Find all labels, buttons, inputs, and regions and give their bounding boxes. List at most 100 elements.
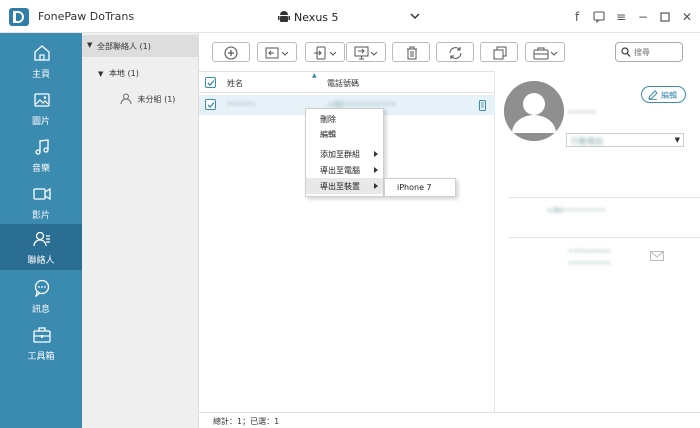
status-bar: 總計：1；已選：1 bbox=[199, 412, 700, 428]
menu-item-label: 刪除 bbox=[320, 115, 336, 124]
sidebar-item-contacts[interactable]: 聯絡人 bbox=[0, 224, 82, 270]
search-icon bbox=[621, 47, 631, 57]
context-menu: 刪除 編輯 添加至群組 導出至電腦 導出至裝置 bbox=[305, 108, 384, 197]
contact-groups-panel: ▼ 全部聯絡人 (1) ▼ 本地 (1) 未分組 (1) bbox=[82, 33, 199, 428]
toolbox-button[interactable] bbox=[525, 42, 565, 62]
export-to-device-icon bbox=[314, 46, 337, 60]
menu-item-delete[interactable]: 刪除 bbox=[306, 111, 383, 127]
android-icon bbox=[278, 11, 290, 22]
app-title: FonePaw DoTrans bbox=[38, 10, 135, 23]
menu-item-export-to-device[interactable]: 導出至裝置 bbox=[306, 178, 383, 194]
checkmark-icon bbox=[207, 102, 215, 108]
feedback-icon[interactable] bbox=[592, 9, 606, 25]
menu-item-label: 導出至電腦 bbox=[320, 166, 360, 175]
submenu-arrow-icon bbox=[374, 151, 378, 157]
detail-phone: +86••••••••• bbox=[546, 206, 606, 215]
sidebar: 主頁 圖片 音樂 影片 聯絡人 訊息 工具箱 bbox=[0, 33, 82, 428]
avatar[interactable] bbox=[504, 81, 564, 141]
group-ungrouped[interactable]: 未分組 (1) bbox=[120, 93, 175, 105]
import-button[interactable] bbox=[257, 42, 297, 62]
phone-type-select[interactable]: 行動電話 ▼ bbox=[566, 133, 684, 147]
menu-item-export-to-pc[interactable]: 導出至電腦 bbox=[306, 162, 383, 178]
group-label: 本地 (1) bbox=[108, 69, 139, 78]
select-all-checkbox[interactable] bbox=[205, 77, 216, 88]
submenu-arrow-icon bbox=[374, 167, 378, 173]
export-device-submenu: iPhone 7 bbox=[384, 178, 456, 197]
edit-button-label: 編輯 bbox=[661, 91, 677, 100]
video-icon bbox=[33, 187, 51, 201]
briefcase-icon bbox=[533, 47, 558, 60]
chevron-down-icon bbox=[410, 13, 420, 20]
fonepaw-logo-icon bbox=[9, 8, 29, 26]
music-icon bbox=[35, 139, 49, 155]
sidebar-item-home[interactable]: 主頁 bbox=[0, 38, 82, 84]
home-icon bbox=[34, 45, 50, 61]
import-icon bbox=[265, 47, 289, 59]
sidebar-item-messages[interactable]: 訊息 bbox=[0, 273, 82, 319]
submenu-arrow-icon bbox=[374, 183, 378, 189]
deduplicate-button[interactable] bbox=[480, 42, 518, 62]
minimize-icon[interactable]: − bbox=[636, 9, 650, 25]
sidebar-item-video[interactable]: 影片 bbox=[0, 179, 82, 225]
pencil-icon bbox=[648, 90, 658, 100]
device-selector[interactable]: Nexus 5 bbox=[276, 8, 422, 26]
group-all-contacts[interactable]: ▼ 全部聯絡人 (1) bbox=[82, 35, 199, 57]
sidebar-item-label: 聯絡人 bbox=[27, 256, 55, 266]
checkmark-icon bbox=[207, 80, 215, 86]
list-header: 姓名 ▲ 電話號碼 bbox=[199, 71, 495, 93]
menu-item-label: 編輯 bbox=[320, 130, 336, 139]
contact-name: •••••• bbox=[227, 100, 256, 109]
device-name: Nexus 5 bbox=[294, 11, 339, 24]
facebook-icon[interactable]: f bbox=[570, 9, 584, 25]
export-to-device-button[interactable] bbox=[305, 42, 345, 62]
trash-icon bbox=[407, 46, 417, 60]
submenu-item-iphone[interactable]: iPhone 7 bbox=[397, 183, 432, 192]
detail-name: •••••• bbox=[568, 108, 597, 117]
close-icon[interactable]: ✕ bbox=[680, 9, 694, 25]
group-label: 未分組 (1) bbox=[137, 95, 176, 104]
toolbox-icon bbox=[33, 327, 51, 343]
menu-item-label: 添加至群組 bbox=[320, 150, 360, 159]
add-button[interactable] bbox=[212, 42, 250, 62]
column-header-name[interactable]: 姓名 bbox=[227, 78, 243, 89]
search-box[interactable] bbox=[615, 42, 683, 62]
search-input[interactable] bbox=[634, 46, 680, 59]
delete-button[interactable] bbox=[392, 42, 430, 62]
menu-item-add-to-group[interactable]: 添加至群組 bbox=[306, 146, 383, 162]
expand-triangle-icon: ▼ bbox=[98, 70, 104, 78]
expand-triangle-icon: ▼ bbox=[87, 41, 93, 49]
export-to-pc-icon bbox=[354, 46, 378, 60]
toolbar bbox=[199, 33, 700, 71]
group-label: 全部聯絡人 (1) bbox=[97, 42, 151, 51]
sidebar-item-label: 影片 bbox=[31, 211, 50, 221]
detail-email: ••••••••• bbox=[568, 247, 611, 256]
sidebar-item-label: 音樂 bbox=[31, 164, 50, 174]
export-to-pc-button[interactable] bbox=[346, 42, 386, 62]
sidebar-item-toolbox[interactable]: 工具箱 bbox=[0, 320, 82, 366]
row-checkbox[interactable] bbox=[205, 99, 216, 110]
edit-button[interactable]: 編輯 bbox=[641, 86, 686, 103]
phone-type-value: 行動電話 bbox=[571, 137, 603, 146]
phone-storage-icon bbox=[479, 100, 486, 111]
column-header-phone[interactable]: 電話號碼 bbox=[327, 78, 359, 89]
refresh-button[interactable] bbox=[436, 42, 474, 62]
duplicate-icon bbox=[493, 46, 507, 60]
person-icon bbox=[120, 93, 132, 105]
sidebar-item-label: 訊息 bbox=[31, 305, 50, 315]
sidebar-item-label: 主頁 bbox=[31, 70, 50, 80]
title-bar: FonePaw DoTrans Nexus 5 f ≡ − ✕ bbox=[0, 0, 700, 33]
mail-icon[interactable] bbox=[650, 251, 664, 261]
menu-item-edit[interactable]: 編輯 bbox=[306, 126, 383, 142]
group-local[interactable]: ▼ 本地 (1) bbox=[98, 68, 139, 79]
photo-icon bbox=[34, 93, 50, 107]
menu-icon[interactable]: ≡ bbox=[614, 9, 628, 25]
add-icon bbox=[224, 46, 238, 60]
status-text: 總計：1；已選：1 bbox=[213, 417, 280, 426]
sidebar-item-photos[interactable]: 圖片 bbox=[0, 85, 82, 131]
contact-detail-panel: 編輯 •••••• 行動電話 ▼ +86••••••••• ••••••••• … bbox=[496, 71, 700, 412]
chevron-down-icon: ▼ bbox=[674, 136, 680, 144]
maximize-icon[interactable] bbox=[658, 9, 672, 25]
refresh-icon bbox=[449, 47, 462, 59]
sidebar-item-music[interactable]: 音樂 bbox=[0, 132, 82, 178]
default-avatar-icon bbox=[504, 81, 564, 141]
